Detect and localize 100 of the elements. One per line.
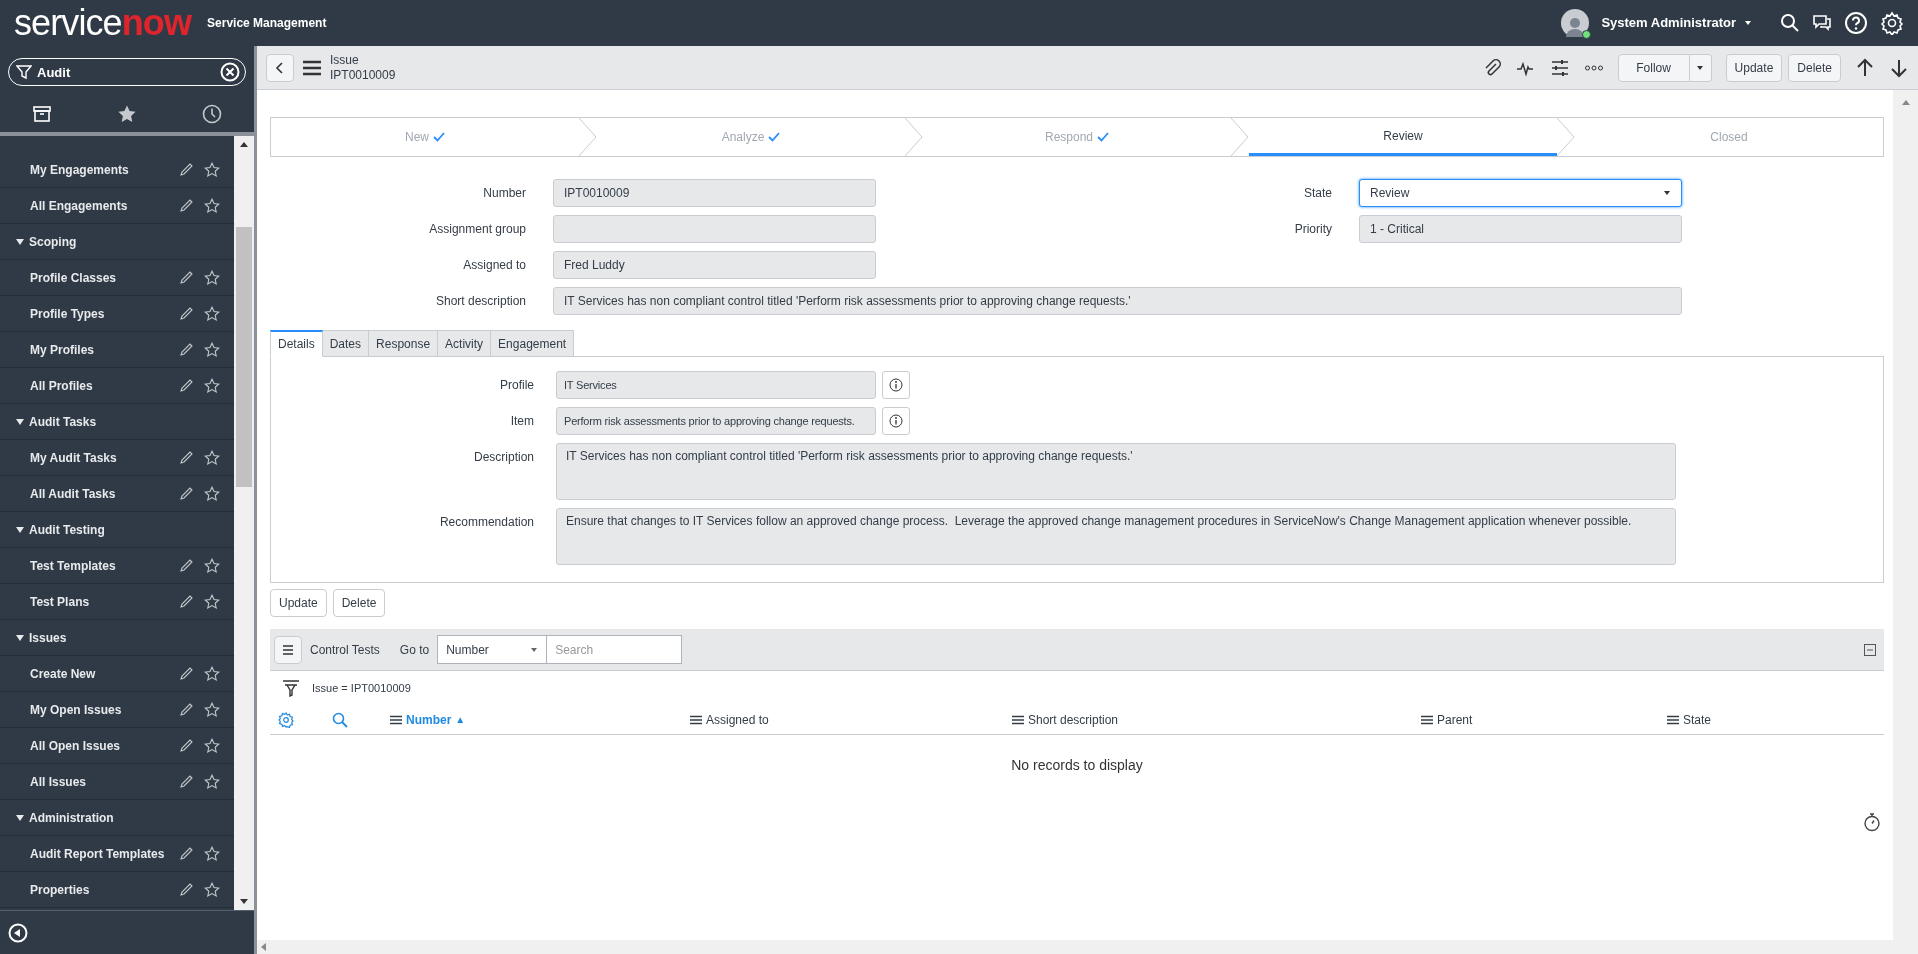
nav-module-link[interactable]: Test Templates [30, 556, 179, 575]
scroll-left-icon[interactable] [261, 943, 266, 951]
sliders-icon[interactable] [1549, 57, 1570, 78]
form-action-button[interactable]: Update [270, 589, 327, 617]
nav-section-header[interactable]: Issues [29, 628, 67, 647]
chat-icon[interactable] [1812, 13, 1832, 33]
clear-icon[interactable] [220, 62, 240, 82]
form-tab[interactable]: Details [270, 330, 323, 357]
star-icon[interactable] [204, 341, 220, 358]
form-action-button[interactable]: Update [1725, 53, 1783, 82]
nav-module-link[interactable]: Test Plans [30, 592, 179, 611]
scroll-down-icon[interactable] [240, 899, 248, 904]
nav-section-header[interactable]: Scoping [29, 232, 77, 251]
star-icon[interactable] [204, 845, 220, 862]
search-field[interactable]: Search [547, 635, 683, 664]
nav-module-link[interactable]: My Audit Tasks [30, 448, 179, 467]
edit-icon[interactable] [179, 666, 194, 681]
state-select[interactable]: Review [1359, 179, 1682, 207]
column-menu-icon[interactable] [390, 714, 402, 725]
star-icon[interactable] [204, 197, 220, 214]
expanded-caret-icon[interactable] [16, 237, 24, 246]
filter-icon[interactable] [282, 679, 300, 697]
star-icon[interactable] [204, 377, 220, 394]
nav-module-link[interactable]: Profile Types [30, 304, 179, 323]
list-menu-button[interactable] [274, 635, 302, 664]
nav-module-link[interactable]: All Profiles [30, 376, 179, 395]
form-action-button[interactable]: Delete [332, 589, 386, 617]
nav-module-link[interactable]: All Open Issues [30, 736, 179, 755]
nav-module-link[interactable]: Audit Report Templates [30, 844, 179, 863]
edit-icon[interactable] [179, 306, 194, 321]
scrollbar[interactable] [1893, 90, 1918, 940]
star-icon[interactable] [204, 305, 220, 322]
column-header[interactable]: Assigned to [690, 710, 1012, 729]
edit-icon[interactable] [179, 558, 194, 573]
search-icon[interactable] [1780, 13, 1800, 33]
scroll-up-icon[interactable] [240, 142, 248, 147]
nav-module-link[interactable]: All Audit Tasks [30, 484, 179, 503]
star-icon[interactable] [204, 161, 220, 178]
edit-icon[interactable] [179, 342, 194, 357]
menu-icon[interactable] [302, 59, 322, 76]
down-arrow-icon[interactable] [1889, 57, 1909, 78]
nav-section-header[interactable]: Audit Testing [29, 520, 105, 539]
info-button[interactable] [882, 407, 910, 435]
stopwatch-icon[interactable] [1863, 812, 1881, 832]
info-button[interactable] [882, 371, 910, 399]
star-icon[interactable] [204, 485, 220, 502]
avatar[interactable] [1561, 9, 1590, 37]
edit-icon[interactable] [179, 702, 194, 717]
edit-icon[interactable] [179, 846, 194, 861]
column-menu-icon[interactable] [1667, 714, 1679, 725]
history-icon[interactable] [201, 104, 222, 124]
nav-module-link[interactable]: All Issues [30, 772, 179, 791]
column-menu-icon[interactable] [1421, 714, 1433, 725]
column-header[interactable]: Short description [1012, 710, 1421, 729]
star-icon[interactable] [204, 269, 220, 286]
star-icon[interactable] [204, 701, 220, 718]
nav-module-link[interactable]: My Open Issues [30, 700, 179, 719]
process-stage[interactable]: Review [1249, 118, 1557, 156]
form-tab[interactable]: Dates [322, 330, 370, 357]
nav-module-link[interactable]: My Engagements [30, 160, 179, 179]
nav-section-header[interactable]: Administration [29, 808, 114, 827]
edit-icon[interactable] [179, 270, 194, 285]
follow-button[interactable]: Follow [1617, 53, 1690, 82]
user-menu[interactable]: System Administrator [1601, 13, 1752, 33]
archive-icon[interactable] [32, 104, 53, 124]
form-tab[interactable]: Engagement [491, 330, 575, 357]
help-icon[interactable] [1844, 11, 1868, 35]
nav-module-link[interactable]: My Profiles [30, 340, 179, 359]
column-header[interactable]: State [1667, 710, 1884, 729]
star-icon[interactable] [204, 449, 220, 466]
horizontal-scrollbar[interactable] [257, 940, 1918, 954]
edit-icon[interactable] [179, 162, 194, 177]
up-arrow-icon[interactable] [1855, 57, 1875, 78]
go-to-select[interactable]: Number [437, 635, 548, 664]
star-icon[interactable] [204, 557, 220, 574]
expanded-caret-icon[interactable] [16, 813, 24, 822]
edit-icon[interactable] [179, 486, 194, 501]
edit-icon[interactable] [179, 882, 194, 897]
expanded-caret-icon[interactable] [16, 417, 24, 426]
nav-module-link[interactable]: Properties [30, 880, 179, 899]
nav-module-link[interactable]: Profile Classes [30, 268, 179, 287]
edit-icon[interactable] [179, 738, 194, 753]
column-header[interactable]: Number ▲ [390, 710, 690, 729]
nav-module-link[interactable]: Create New [30, 664, 179, 683]
star-icon[interactable] [117, 104, 137, 124]
column-menu-icon[interactable] [690, 714, 702, 725]
form-tab[interactable]: Response [369, 330, 439, 357]
edit-icon[interactable] [179, 774, 194, 789]
logo[interactable]: servicenow [14, 5, 192, 41]
star-icon[interactable] [204, 665, 220, 682]
expanded-caret-icon[interactable] [16, 525, 24, 534]
expanded-caret-icon[interactable] [16, 633, 24, 642]
back-button[interactable] [266, 53, 294, 82]
filter-breadcrumb[interactable]: Issue = IPT0010009 [312, 679, 411, 697]
nav-section-header[interactable]: Audit Tasks [29, 412, 97, 431]
star-icon[interactable] [204, 773, 220, 790]
form-tab[interactable]: Activity [438, 330, 492, 357]
edit-icon[interactable] [179, 378, 194, 393]
nav-module-link[interactable]: All Engagements [30, 196, 179, 215]
star-icon[interactable] [204, 593, 220, 610]
